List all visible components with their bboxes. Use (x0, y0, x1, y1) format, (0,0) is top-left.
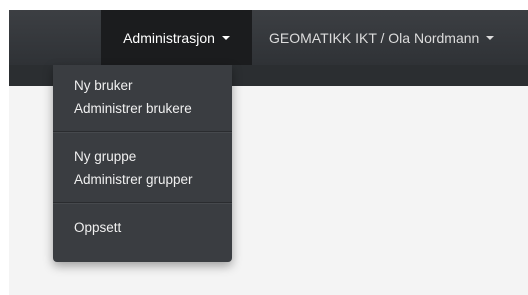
admin-menu-label: Administrasjon (123, 29, 215, 46)
caret-down-icon (486, 35, 495, 40)
admin-dropdown-menu: Ny bruker Administrer brukere Ny gruppe … (53, 65, 232, 262)
menu-item-ny-gruppe[interactable]: Ny gruppe (53, 145, 232, 168)
caret-down-icon (221, 35, 230, 40)
user-menu-label: GEOMATIKK IKT / Ola Nordmann (269, 29, 480, 46)
admin-menu-toggle[interactable]: Administrasjon (101, 10, 252, 65)
menu-item-administrer-grupper[interactable]: Administrer grupper (53, 168, 232, 191)
app-page: Administrasjon GEOMATIKK IKT / Ola Nordm… (0, 0, 528, 295)
menu-item-ny-bruker[interactable]: Ny bruker (53, 74, 232, 97)
user-menu-toggle[interactable]: GEOMATIKK IKT / Ola Nordmann (260, 10, 495, 65)
menu-item-administrer-brukere[interactable]: Administrer brukere (53, 97, 232, 120)
menu-divider (53, 202, 232, 204)
top-navbar: Administrasjon GEOMATIKK IKT / Ola Nordm… (9, 10, 528, 65)
menu-item-oppsett[interactable]: Oppsett (53, 216, 232, 239)
menu-divider (53, 131, 232, 133)
